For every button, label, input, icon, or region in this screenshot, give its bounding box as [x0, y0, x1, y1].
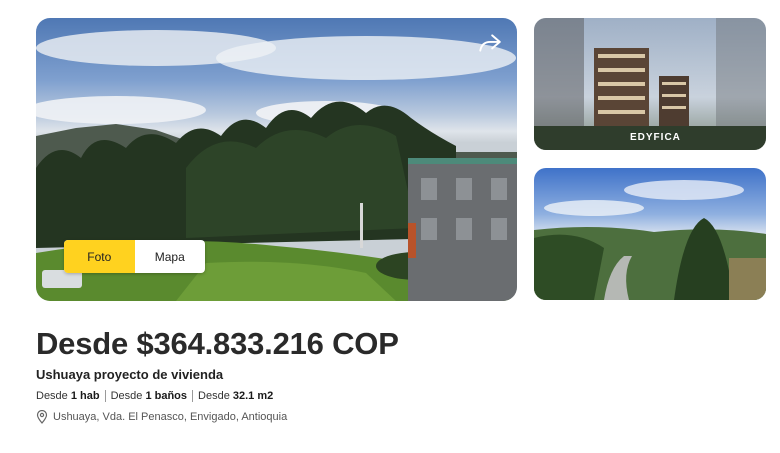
main-photo[interactable]: Foto Mapa	[36, 18, 517, 301]
brand-watermark: EDYFICA	[630, 132, 681, 143]
features-list: Desde 1 hab Desde 1 baños Desde 32.1 m2	[36, 390, 278, 402]
thumbnail-building-render[interactable]: EDYFICA	[534, 18, 766, 150]
feature-prefix: Desde	[198, 390, 233, 402]
view-toggle: Foto Mapa	[64, 240, 205, 273]
map-tab[interactable]: Mapa	[135, 240, 206, 273]
feature-area: Desde 32.1 m2	[192, 390, 278, 402]
building-render-image	[534, 18, 766, 150]
feature-prefix: Desde	[110, 390, 146, 402]
feature-value: 32.1 m2	[232, 390, 274, 402]
location-pin-icon	[36, 409, 48, 424]
feature-prefix: Desde	[36, 390, 71, 402]
listing-price: Desde $364.833.216 COP	[36, 326, 399, 361]
road-landscape-image	[534, 180, 766, 300]
location-text: Ushuaya, Vda. El Penasco, Envigado, Anti…	[53, 411, 288, 423]
photo-tab[interactable]: Foto	[64, 240, 135, 273]
project-name: Ushuaya proyecto de vivienda	[36, 367, 224, 382]
feature-bathrooms: Desde 1 baños	[104, 390, 192, 402]
thumbnail-landscape[interactable]	[534, 168, 766, 300]
feature-value: 1 hab	[70, 390, 100, 402]
location: Ushuaya, Vda. El Penasco, Envigado, Anti…	[36, 409, 288, 424]
share-icon[interactable]	[477, 30, 503, 56]
photo-gallery: Foto Mapa EDYFICA	[36, 18, 766, 301]
feature-value: 1 baños	[145, 390, 188, 402]
feature-bedrooms: Desde 1 hab	[36, 390, 105, 402]
